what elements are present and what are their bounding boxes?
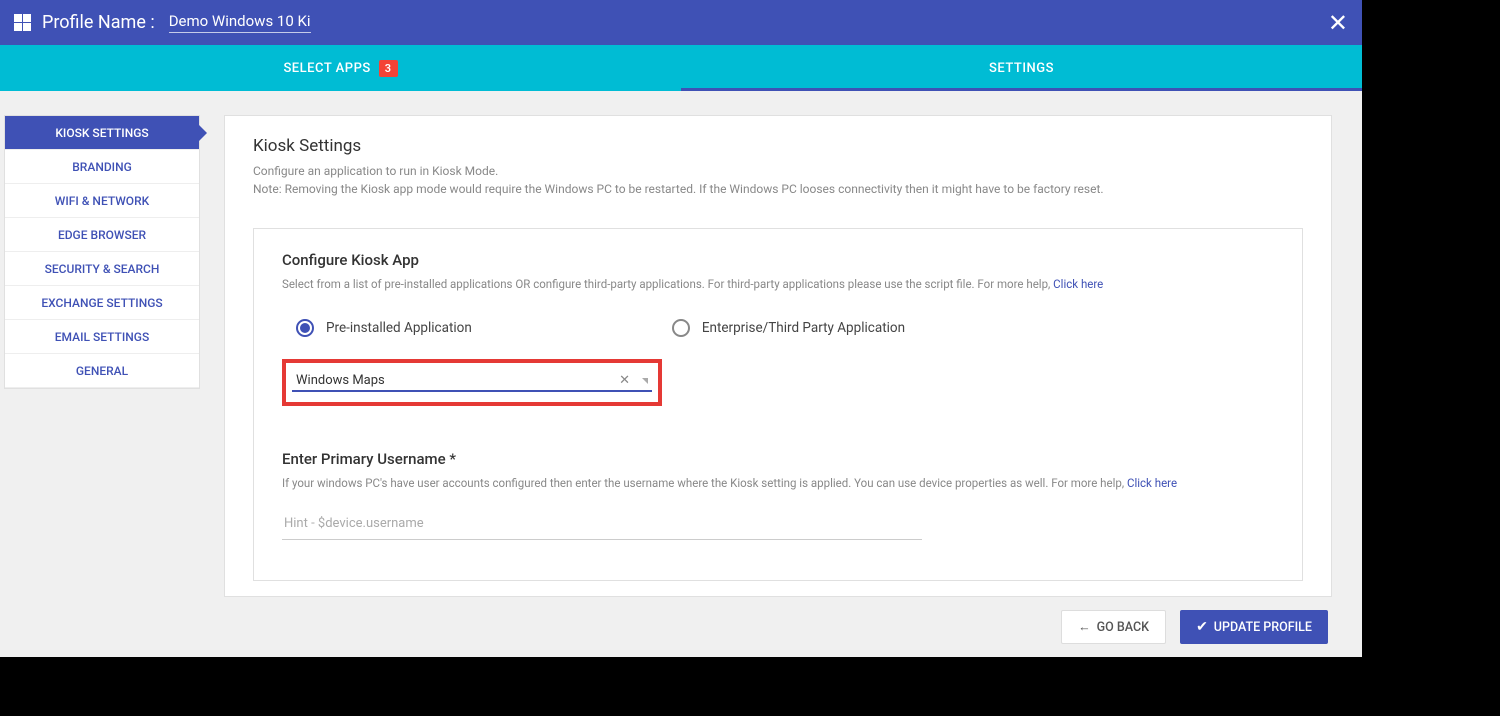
header-bar: Profile Name : Demo Windows 10 Ki ✕ (0, 0, 1362, 45)
clear-icon[interactable]: ✕ (619, 373, 630, 388)
close-icon[interactable]: ✕ (1328, 11, 1348, 35)
panel-desc: Select from a list of pre-installed appl… (282, 277, 1274, 291)
dropdown-icon (642, 378, 648, 384)
help-link[interactable]: Click here (1053, 277, 1103, 291)
sidebar: KIOSK SETTINGSBRANDINGWIFI & NETWORKEDGE… (4, 115, 200, 389)
sidebar-item-branding[interactable]: BRANDING (5, 150, 199, 184)
page-title: Kiosk Settings (253, 136, 1303, 156)
sidebar-item-wifi-network[interactable]: WIFI & NETWORK (5, 184, 199, 218)
sidebar-item-edge-browser[interactable]: EDGE BROWSER (5, 218, 199, 252)
username-title: Enter Primary Username * (282, 450, 1274, 468)
sidebar-item-kiosk-settings[interactable]: KIOSK SETTINGS (5, 116, 199, 150)
tab-bar: SELECT APPS 3 SETTINGS (0, 45, 1362, 91)
apps-count-badge: 3 (379, 60, 398, 77)
radio-enterprise[interactable]: Enterprise/Third Party Application (672, 319, 905, 337)
sidebar-item-email-settings[interactable]: EMAIL SETTINGS (5, 320, 199, 354)
radio-preinstalled[interactable]: Pre-installed Application (296, 319, 472, 337)
app-select-highlight: Windows Maps ✕ (282, 359, 662, 406)
page-note: Note: Removing the Kiosk app mode would … (253, 180, 1303, 198)
footer-bar: ← GO BACK ✔ UPDATE PROFILE (0, 597, 1362, 657)
help-link[interactable]: Click here (1127, 476, 1177, 490)
sidebar-item-exchange-settings[interactable]: EXCHANGE SETTINGS (5, 286, 199, 320)
content-panel: Kiosk Settings Configure an application … (224, 115, 1332, 597)
app-select[interactable]: Windows Maps ✕ (292, 373, 652, 392)
username-input[interactable] (282, 508, 922, 540)
tab-settings[interactable]: SETTINGS (681, 45, 1362, 91)
select-value: Windows Maps (296, 373, 619, 388)
tab-label: SELECT APPS (283, 61, 370, 76)
update-profile-button[interactable]: ✔ UPDATE PROFILE (1180, 610, 1328, 644)
profile-label: Profile Name : (42, 12, 155, 33)
page-subtitle: Configure an application to run in Kiosk… (253, 162, 1303, 180)
configure-panel: Configure Kiosk App Select from a list o… (253, 228, 1303, 581)
panel-title: Configure Kiosk App (282, 251, 1274, 269)
arrow-left-icon: ← (1078, 620, 1091, 635)
sidebar-item-general[interactable]: GENERAL (5, 354, 199, 388)
radio-icon (296, 319, 314, 337)
profile-name-input[interactable]: Demo Windows 10 Ki (169, 12, 311, 33)
tab-select-apps[interactable]: SELECT APPS 3 (0, 45, 681, 91)
sidebar-item-security-search[interactable]: SECURITY & SEARCH (5, 252, 199, 286)
tab-label: SETTINGS (989, 61, 1054, 76)
windows-icon (14, 14, 32, 32)
go-back-button[interactable]: ← GO BACK (1061, 610, 1166, 644)
username-desc: If your windows PC's have user accounts … (282, 476, 1274, 490)
check-icon: ✔ (1196, 619, 1208, 635)
radio-icon (672, 319, 690, 337)
